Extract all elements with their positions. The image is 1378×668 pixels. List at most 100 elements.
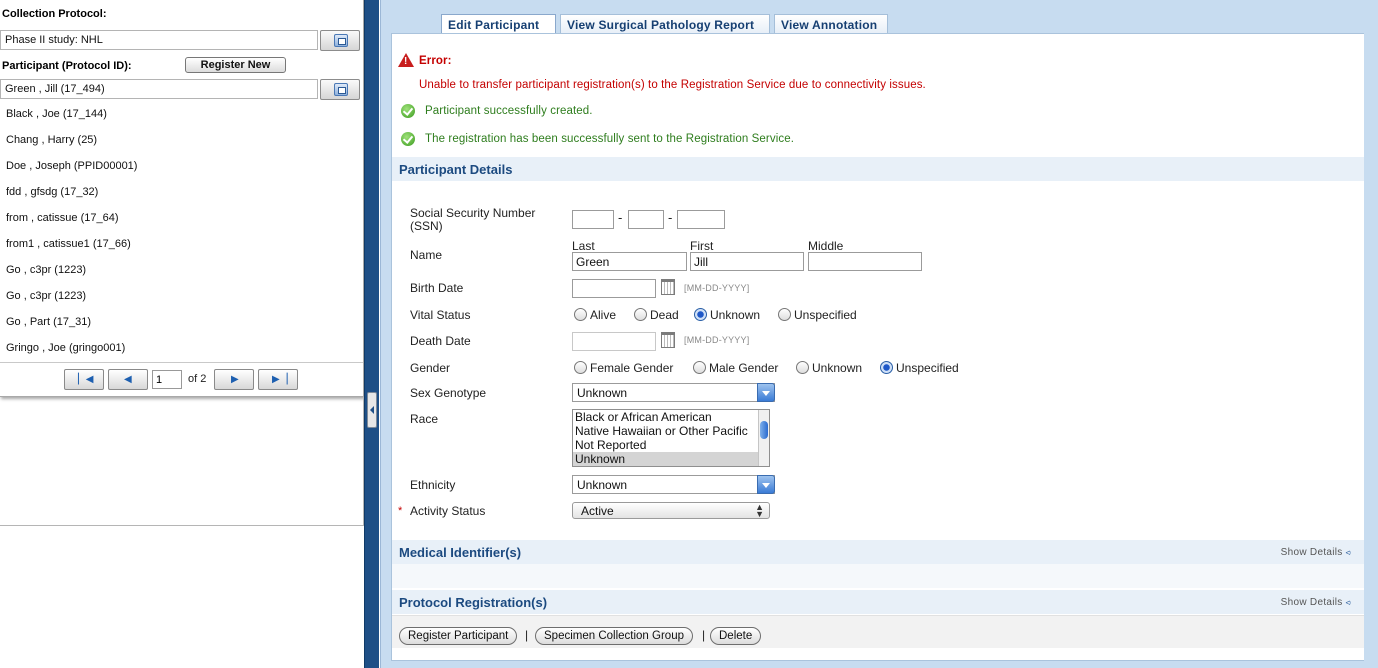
chevron-down-icon: ⪦ — [1345, 547, 1351, 557]
last-page-button[interactable]: ▶▕ — [258, 369, 298, 390]
date-format-hint: [MM-DD-YYYY] — [684, 283, 750, 293]
edit-participant-form: Error: Unable to transfer participant re… — [391, 33, 1365, 661]
gender-female-radio[interactable]: Female Gender — [574, 361, 673, 375]
success-icon — [401, 104, 415, 118]
death-date-input[interactable] — [572, 332, 656, 351]
list-item[interactable]: Go , c3pr (1223) — [0, 258, 363, 284]
race-option[interactable]: Native Hawaiian or Other Pacific — [573, 424, 769, 438]
right-frame-edge — [1364, 0, 1378, 668]
section-medical-identifiers[interactable]: Medical Identifier(s) Show Details ⪦ — [392, 540, 1364, 564]
panel-splitter[interactable] — [364, 0, 380, 668]
ssn-part3-input[interactable] — [677, 210, 725, 229]
participant-label: Participant (Protocol ID): — [2, 60, 132, 72]
last-name-label: Last — [572, 239, 595, 253]
calendar-icon[interactable] — [661, 279, 675, 295]
success-message: Participant successfully created. — [425, 105, 593, 117]
race-option[interactable]: Black or African American — [573, 410, 769, 424]
tab-view-annotation[interactable]: View Annotation — [774, 14, 888, 34]
section-title: Protocol Registration(s) — [399, 595, 548, 610]
gender-male-radio[interactable]: Male Gender — [693, 361, 778, 375]
list-item[interactable]: Chang , Harry (25) — [0, 128, 363, 154]
splitter-bar — [364, 0, 379, 668]
error-icon — [398, 53, 414, 67]
lookup-icon — [334, 83, 348, 96]
gender-unspecified-radio[interactable]: Unspecified — [880, 361, 959, 375]
participant-combo[interactable]: Green , Jill (17_494) — [0, 79, 318, 99]
list-item[interactable]: Go , c3pr (1223) — [0, 284, 363, 310]
section-participant-details: Participant Details — [392, 157, 1364, 181]
list-item[interactable]: Doe , Joseph (PPID00001) — [0, 154, 363, 180]
first-name-label: First — [690, 239, 714, 253]
left-panel-lower — [0, 397, 364, 526]
next-page-icon: ▶ — [231, 374, 239, 385]
participant-lookup-button[interactable] — [320, 79, 360, 100]
medical-identifiers-body — [392, 564, 1364, 588]
vital-status-alive-radio[interactable]: Alive — [574, 308, 616, 322]
calendar-icon[interactable] — [661, 332, 675, 348]
lookup-icon — [334, 34, 348, 47]
last-page-icon: ▶▕ — [272, 374, 288, 385]
specimen-collection-group-button[interactable]: Specimen Collection Group — [535, 627, 693, 645]
vital-status-dead-radio[interactable]: Dead — [634, 308, 679, 322]
section-title: Medical Identifier(s) — [399, 545, 522, 560]
activity-status-label: Activity Status — [410, 504, 486, 518]
sex-genotype-label: Sex Genotype — [410, 386, 487, 400]
prev-page-button[interactable]: ◀ — [108, 369, 148, 390]
list-item[interactable]: Gringo , Joe (gringo001) — [0, 336, 363, 362]
error-title: Error: — [419, 55, 452, 67]
register-participant-button[interactable]: Register Participant — [399, 627, 518, 645]
vital-status-unspecified-radio[interactable]: Unspecified — [778, 308, 857, 322]
register-new-button[interactable]: Register New — [185, 57, 286, 73]
prev-page-icon: ◀ — [124, 374, 132, 385]
ethnicity-select[interactable]: Unknown — [572, 475, 775, 494]
list-item[interactable]: fdd , gfsdg (17_32) — [0, 180, 363, 206]
show-details-label: Show Details — [1280, 597, 1343, 608]
race-option[interactable]: Not Reported — [573, 438, 769, 452]
chevron-down-icon[interactable] — [757, 383, 775, 402]
ssn-part2-input[interactable] — [628, 210, 664, 229]
show-details-toggle[interactable]: Show Details ⪦ — [1281, 547, 1351, 558]
race-listbox[interactable]: Black or African American Native Hawaiia… — [572, 409, 770, 467]
last-name-input[interactable]: Green — [572, 252, 687, 271]
birth-date-input[interactable] — [572, 279, 656, 298]
ssn-part1-input[interactable] — [572, 210, 614, 229]
sex-genotype-select[interactable]: Unknown — [572, 383, 775, 402]
vital-status-label: Vital Status — [410, 308, 471, 322]
scroll-thumb[interactable] — [760, 421, 768, 439]
collection-protocol-label: Collection Protocol: — [2, 8, 107, 20]
race-scrollbar[interactable] — [758, 410, 769, 466]
show-details-label: Show Details — [1280, 547, 1343, 558]
ssn-separator: - — [618, 210, 623, 225]
first-page-icon: ▏◀ — [78, 374, 94, 385]
middle-name-label: Middle — [808, 239, 844, 253]
activity-status-select[interactable]: Active ▲ ▼ — [572, 502, 770, 519]
first-page-button[interactable]: ▏◀ — [64, 369, 104, 390]
button-separator: | — [525, 628, 529, 642]
collapse-handle[interactable] — [367, 392, 377, 428]
list-item[interactable]: from , catissue (17_64) — [0, 206, 363, 232]
list-item[interactable]: from1 , catissue1 (17_66) — [0, 232, 363, 258]
collection-protocol-lookup-button[interactable] — [320, 30, 360, 51]
page-number-input[interactable] — [152, 370, 182, 389]
first-name-input[interactable]: Jill — [690, 252, 804, 271]
tab-view-surgical-pathology-report[interactable]: View Surgical Pathology Report — [560, 14, 770, 34]
chevron-down-icon[interactable] — [757, 475, 775, 494]
collection-protocol-combo[interactable]: Phase II study: NHL — [0, 30, 318, 50]
show-details-toggle[interactable]: Show Details ⪦ — [1281, 597, 1351, 608]
list-item[interactable]: Black , Joe (17_144) — [0, 102, 363, 128]
chevron-down-icon: ⪦ — [1345, 597, 1351, 607]
section-protocol-registrations[interactable]: Protocol Registration(s) Show Details ⪦ — [392, 590, 1364, 614]
tab-edit-participant[interactable]: Edit Participant — [441, 14, 556, 35]
next-page-button[interactable]: ▶ — [214, 369, 254, 390]
participant-selector: Collection Protocol: Phase II study: NHL… — [0, 0, 364, 397]
sex-genotype-value: Unknown — [577, 386, 628, 400]
race-label: Race — [410, 412, 439, 426]
gender-unknown-radio[interactable]: Unknown — [796, 361, 862, 375]
vital-status-unknown-radio[interactable]: Unknown — [694, 308, 760, 322]
gender-label: Gender — [410, 361, 451, 375]
list-item[interactable]: Go , Part (17_31) — [0, 310, 363, 336]
race-option-selected[interactable]: Unknown — [573, 452, 769, 466]
middle-name-input[interactable] — [808, 252, 922, 271]
name-label: Name — [410, 248, 443, 262]
delete-button[interactable]: Delete — [710, 627, 762, 645]
